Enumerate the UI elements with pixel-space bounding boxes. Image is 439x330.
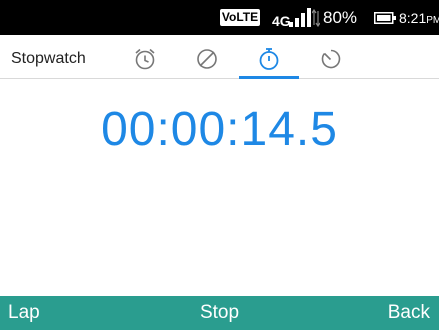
page-title: Stopwatch xyxy=(11,50,86,67)
stopwatch-icon xyxy=(259,48,279,70)
volte-badge: VoLTE xyxy=(220,9,260,26)
back-softkey[interactable]: Back xyxy=(388,296,430,330)
tab-alarm[interactable] xyxy=(115,42,175,76)
softkey-bar: Lap Stop Back xyxy=(0,296,439,330)
elapsed-time: 00:00:14.5 xyxy=(101,103,338,156)
status-clock: 8:21PM xyxy=(399,10,439,29)
tab-timer[interactable] xyxy=(301,42,361,76)
tab-stopwatch[interactable] xyxy=(239,42,299,79)
clock-ampm: PM xyxy=(426,15,439,26)
data-transfer-icon xyxy=(312,9,320,27)
status-bar: VoLTE 4G 80% 8:21PM xyxy=(0,0,439,35)
clock-time: 8:21 xyxy=(399,10,427,26)
tab-bar: Stopwatch xyxy=(0,35,439,79)
network-type: 4G xyxy=(272,13,291,29)
battery-icon xyxy=(374,12,396,24)
world-clock-icon xyxy=(197,49,217,69)
signal-bars-icon xyxy=(289,8,311,27)
alarm-clock-icon xyxy=(135,48,155,70)
tab-world-clock[interactable] xyxy=(177,42,237,76)
battery-percent: 80% xyxy=(323,8,358,27)
stop-softkey[interactable]: Stop xyxy=(0,296,439,330)
timer-icon xyxy=(321,49,341,69)
